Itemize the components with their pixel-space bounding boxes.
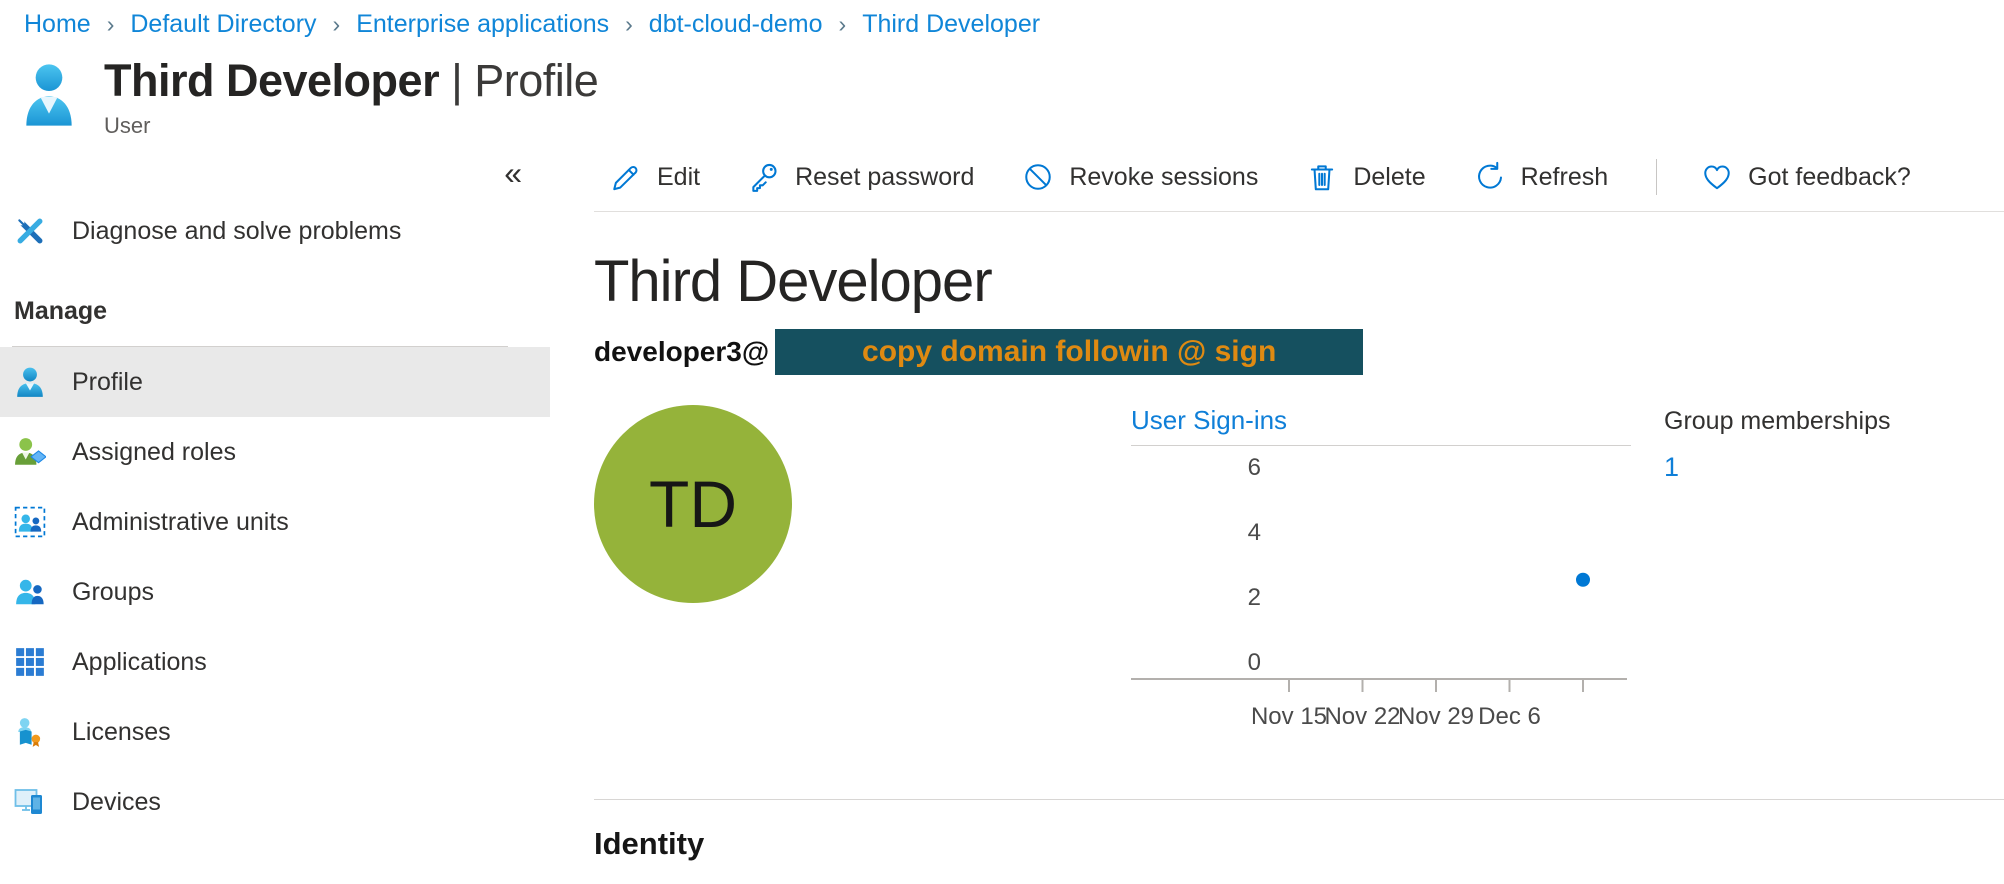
x-tick-label: Nov 29 [1398,703,1474,730]
sidebar-item-label: Applications [72,648,207,677]
x-tick-label: Nov 15 [1251,703,1327,730]
block-icon [1022,161,1054,193]
sidebar-item-label: Administrative units [72,508,289,537]
breadcrumb: Home › Default Directory › Enterprise ap… [0,0,2004,39]
page-title: Third Developer | Profile [104,55,598,107]
toolbar-button-label: Reset password [795,163,974,192]
revoke-sessions-button[interactable]: Revoke sessions [1022,161,1258,193]
toolbar-separator [1656,159,1657,195]
assigned-roles-icon [14,436,46,468]
breadcrumb-separator: › [625,11,633,38]
user-sign-ins-link[interactable]: User Sign-ins [1131,405,1631,446]
sidebar-item-label: Assigned roles [72,438,236,467]
x-tick-label: Dec 6 [1478,703,1541,730]
sidebar-item-diagnose[interactable]: Diagnose and solve problems [0,207,550,255]
user-display-name: Third Developer [594,248,2004,315]
signin-data-point [1576,573,1590,587]
heart-icon [1701,161,1733,193]
y-tick-label: 4 [1248,519,1261,546]
group-memberships-label: Group memberships [1664,407,1890,436]
sidebar-item-administrative-units[interactable]: Administrative units [0,487,550,557]
y-tick-label: 6 [1248,454,1261,481]
group-memberships-count-link[interactable]: 1 [1664,452,1890,483]
identity-section-heading: Identity [594,826,2004,862]
sidebar-item-groups[interactable]: Groups [0,557,550,627]
breadcrumb-dbt-cloud-demo[interactable]: dbt-cloud-demo [649,10,823,39]
sidebar-item-label: Devices [72,788,161,817]
sidebar-item-profile[interactable]: Profile [0,347,550,417]
refresh-button[interactable]: Refresh [1474,161,1609,193]
sidebar-item-applications[interactable]: Applications [0,627,550,697]
trash-icon [1306,161,1338,193]
page-header: Third Developer | Profile User [22,55,2004,139]
sidebar-item-label: Profile [72,368,143,397]
profile-summary-row: TD User Sign-ins 6 4 2 0 Nov 15 [594,405,2004,751]
edit-button[interactable]: Edit [610,161,700,193]
toolbar-button-label: Got feedback? [1748,163,1911,192]
breadcrumb-separator: › [333,11,341,38]
licenses-icon [14,716,46,748]
breadcrumb-separator: › [839,11,847,38]
upn-prefix: developer3@ [594,336,769,368]
breadcrumb-enterprise-applications[interactable]: Enterprise applications [356,10,609,39]
groups-icon [14,576,46,608]
sidebar-item-label: Diagnose and solve problems [72,217,401,246]
sidebar: « Diagnose and solve problems Manage [0,145,550,862]
breadcrumb-separator: › [107,11,115,38]
breadcrumb-third-developer[interactable]: Third Developer [862,10,1040,39]
group-memberships-block: Group memberships 1 [1664,405,1890,751]
toolbar-button-label: Refresh [1521,163,1609,192]
sidebar-item-assigned-roles[interactable]: Assigned roles [0,417,550,487]
sidebar-item-licenses[interactable]: Licenses [0,697,550,767]
got-feedback-button[interactable]: Got feedback? [1701,161,1911,193]
avatar: TD [594,405,792,603]
administrative-units-icon [14,506,46,538]
page-title-name: Third Developer [104,55,439,106]
x-tick-label: Nov 22 [1324,703,1400,730]
page-title-section: | Profile [439,55,598,106]
user-avatar-icon [22,63,76,127]
breadcrumb-default-directory[interactable]: Default Directory [130,10,316,39]
sidebar-section-manage: Manage [14,297,550,326]
profile-person-icon [14,366,46,398]
y-tick-label: 2 [1248,584,1261,611]
toolbar-button-label: Delete [1353,163,1425,192]
sidebar-item-devices[interactable]: Devices [0,767,550,837]
delete-button[interactable]: Delete [1306,161,1425,193]
breadcrumb-home[interactable]: Home [24,10,91,39]
sidebar-item-label: Licenses [72,718,171,747]
applications-grid-icon [14,646,46,678]
wrench-screwdriver-icon [14,215,46,247]
toolbar-button-label: Edit [657,163,700,192]
sign-ins-scatter-plot: 6 4 2 0 Nov 15 Nov 22 Nov 29 Dec 6 [1131,446,1631,746]
key-icon [748,161,780,193]
sidebar-collapse-button[interactable]: « [504,157,522,189]
y-tick-label: 0 [1248,649,1261,676]
user-sign-ins-chart: User Sign-ins 6 4 2 0 Nov 15 Nov 22 [1131,405,1631,751]
section-divider [594,799,2004,800]
toolbar-button-label: Revoke sessions [1069,163,1258,192]
user-profile-page: Home › Default Directory › Enterprise ap… [0,0,2004,884]
domain-redaction-overlay: copy domain followin @ sign [775,329,1363,375]
devices-icon [14,786,46,818]
pencil-icon [610,161,642,193]
reset-password-button[interactable]: Reset password [748,161,974,193]
command-toolbar: Edit Reset password Revoke sessions [594,145,2004,212]
sidebar-item-label: Groups [72,578,154,607]
refresh-icon [1474,161,1506,193]
user-principal-name: developer3@ copy domain followin @ sign [594,329,2004,375]
object-type-label: User [104,113,598,139]
content-pane: Edit Reset password Revoke sessions [550,145,2004,862]
